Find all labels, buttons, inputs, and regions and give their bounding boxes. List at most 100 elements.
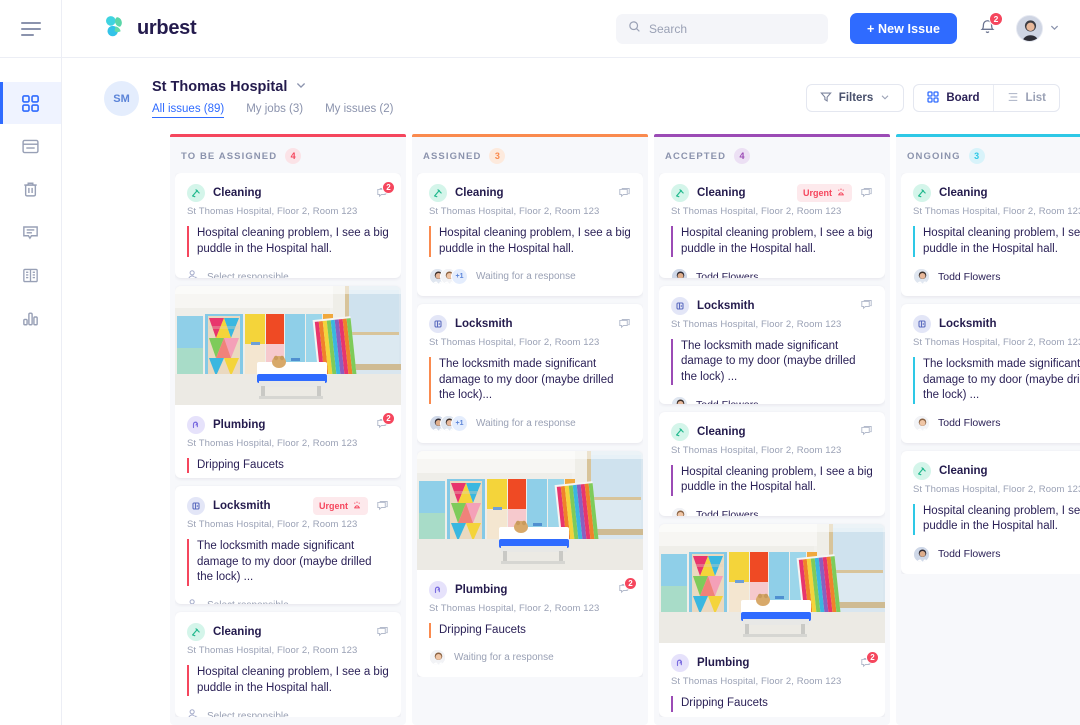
- card-footer[interactable]: +1 Waiting for a response: [429, 414, 631, 432]
- card-description: Hospital cleaning problem, I see a big p…: [913, 226, 1080, 258]
- comments-button[interactable]: [618, 187, 631, 200]
- card-category-name: Cleaning: [455, 187, 504, 199]
- filter-icon: [819, 91, 832, 106]
- comments-button[interactable]: [860, 187, 873, 200]
- main-area: urbest Search + New Issue 2 SM St Thomas…: [62, 0, 1080, 725]
- trash-icon: [21, 180, 40, 199]
- issue-photo: [175, 285, 401, 405]
- card-location: St Thomas Hospital, Floor 2, Room 123: [429, 337, 600, 349]
- board-column-to-be-assigned: TO BE ASSIGNED 4 Cleaning 2 St Thomas Hospit…: [170, 134, 406, 725]
- issue-card[interactable]: Locksmith St Thomas Hospital, Floor 2, Ro…: [901, 304, 1080, 443]
- user-menu[interactable]: [1016, 15, 1060, 42]
- card-footer[interactable]: Waiting for a response: [429, 649, 631, 667]
- comments-button[interactable]: 2: [860, 650, 879, 670]
- issue-card[interactable]: Cleaning St Thomas Hospital, Floor 2, Roo…: [175, 612, 401, 717]
- issue-card[interactable]: Cleaning St Thomas Hospital, Floor 2, Roo…: [659, 411, 885, 517]
- issue-card[interactable]: Cleaning St Thomas Hospital, Floor 2, Roo…: [901, 173, 1080, 297]
- assignee-avatar-stack: +1: [429, 414, 468, 432]
- card-content: Plumbing 2 St Thomas Hospital, Floor 2, Ro…: [417, 570, 643, 678]
- card-content: Plumbing 2 St Thomas Hospital, Floor 2, Ro…: [659, 643, 885, 717]
- card-footer[interactable]: Select responsible: [187, 597, 389, 604]
- assignee-name: Todd Flowers: [938, 417, 1001, 430]
- sidebar-item-trash[interactable]: [0, 168, 61, 210]
- tab-my-jobs[interactable]: My jobs (3): [246, 103, 303, 118]
- comment-count-badge: 2: [866, 650, 879, 664]
- card-category-name: Plumbing: [455, 583, 508, 596]
- broom-icon: [671, 184, 689, 202]
- issue-card[interactable]: Plumbing 2 St Thomas Hospital, Floor 2, Ro…: [175, 285, 401, 479]
- issue-card[interactable]: Plumbing 2 St Thomas Hospital, Floor 2, Ro…: [659, 524, 885, 717]
- board-label: Board: [946, 92, 980, 104]
- comments-button[interactable]: 2: [376, 180, 395, 200]
- tab-all-issues[interactable]: All issues (89): [152, 103, 225, 118]
- comments-button[interactable]: 2: [618, 577, 637, 596]
- card-footer[interactable]: Select responsible: [187, 707, 389, 717]
- hamburger-icon[interactable]: [20, 21, 41, 36]
- issue-tabs: All issues (89) My jobs (3) My issues (2…: [152, 103, 393, 118]
- card-category-name: Cleaning: [939, 464, 988, 477]
- comments-button[interactable]: [618, 318, 631, 331]
- sidebar-item-analytics[interactable]: [0, 297, 61, 339]
- issue-card[interactable]: Locksmith St Thomas Hospital, Floor 2, Ro…: [659, 285, 885, 404]
- card-location: St Thomas Hospital, Floor 2, Room 123: [671, 676, 842, 688]
- comments-button[interactable]: [376, 500, 389, 513]
- card-header-row: Locksmith: [429, 315, 631, 334]
- tab-my-issues[interactable]: My issues (2): [325, 103, 393, 118]
- sidebar-item-inbox[interactable]: [0, 125, 61, 167]
- card-footer[interactable]: +1 Waiting for a response: [429, 268, 631, 286]
- issue-card[interactable]: Cleaning St Thomas Hospital, Floor 2, Roo…: [901, 450, 1080, 574]
- view-list-button[interactable]: List: [994, 85, 1059, 111]
- column-count-badge: 4: [734, 148, 751, 164]
- brand-logo[interactable]: urbest: [102, 13, 197, 44]
- card-location: St Thomas Hospital, Floor 2, Room 123: [913, 337, 1080, 349]
- issue-card[interactable]: Cleaning Urgent St Thomas Hospital, Floor …: [659, 173, 885, 278]
- broom-icon: [429, 184, 447, 202]
- card-description: Dripping Faucets: [671, 696, 873, 712]
- card-footer[interactable]: Todd Flowers: [913, 545, 1080, 563]
- view-board-button[interactable]: Board: [914, 85, 992, 111]
- filters-button[interactable]: Filters: [805, 84, 905, 112]
- new-issue-button[interactable]: + New Issue: [849, 13, 957, 44]
- card-footer[interactable]: Todd Flowers: [671, 396, 873, 404]
- card-category-name: Locksmith: [213, 500, 271, 513]
- issue-card[interactable]: Cleaning 2 St Thomas Hospital, Floor 2, Ro…: [175, 173, 401, 278]
- card-footer[interactable]: Todd Flowers: [671, 268, 873, 278]
- chevron-down-icon[interactable]: [295, 78, 307, 96]
- card-category-name: Cleaning: [213, 626, 262, 639]
- card-footer[interactable]: Todd Flowers: [913, 268, 1080, 286]
- app-root: urbest Search + New Issue 2 SM St Thomas…: [0, 0, 1080, 725]
- sidebar-item-dashboard[interactable]: [0, 82, 61, 124]
- alarm-icon: [836, 187, 846, 199]
- sidebar-item-buildings[interactable]: [0, 254, 61, 296]
- notifications-button[interactable]: 2: [979, 11, 1003, 40]
- sidebar-item-messages[interactable]: [0, 211, 61, 253]
- chevron-down-icon: [880, 92, 890, 105]
- issue-card[interactable]: Locksmith Urgent St Thomas Hospital, Floor…: [175, 486, 401, 605]
- card-description: Hospital cleaning problem, I see a big p…: [671, 226, 873, 258]
- card-footer[interactable]: Todd Flowers: [913, 414, 1080, 432]
- card-footer[interactable]: Todd Flowers: [671, 506, 873, 517]
- card-location: St Thomas Hospital, Floor 2, Room 123: [187, 206, 358, 217]
- search-input[interactable]: Search: [615, 13, 828, 44]
- board-column-ongoing: ONGOING 3 Cleaning St Thomas Hospital, Floo…: [896, 134, 1080, 725]
- column-body: TO BE ASSIGNED 4 Cleaning 2 St Thomas Hospit…: [170, 137, 406, 725]
- broom-icon: [913, 461, 931, 480]
- comments-button[interactable]: [376, 626, 389, 639]
- card-content: Cleaning St Thomas Hospital, Floor 2, Roo…: [175, 612, 401, 717]
- card-footer[interactable]: Select responsible: [187, 268, 389, 278]
- chevron-down-icon: [1049, 20, 1060, 38]
- column-card-list: Cleaning Urgent St Thomas Hospital, Floor …: [659, 173, 885, 717]
- list-label: List: [1025, 92, 1046, 104]
- org-title-row[interactable]: St Thomas Hospital: [152, 78, 393, 96]
- org-block: St Thomas Hospital All issues (89) My jo…: [152, 78, 393, 118]
- column-card-list: Cleaning 2 St Thomas Hospital, Floor 2, Ro…: [175, 173, 401, 717]
- issue-card[interactable]: Locksmith St Thomas Hospital, Floor 2, Ro…: [417, 304, 643, 443]
- issue-card[interactable]: Plumbing 2 St Thomas Hospital, Floor 2, Ro…: [417, 450, 643, 678]
- comments-button[interactable]: [860, 425, 873, 438]
- card-category-name: Cleaning: [697, 187, 746, 199]
- issue-card[interactable]: Cleaning St Thomas Hospital, Floor 2, Roo…: [417, 173, 643, 297]
- card-content: Cleaning 2 St Thomas Hospital, Floor 2, Ro…: [175, 173, 401, 278]
- card-content: Cleaning St Thomas Hospital, Floor 2, Roo…: [901, 451, 1080, 574]
- comments-button[interactable]: [860, 299, 873, 312]
- comments-button[interactable]: 2: [376, 412, 395, 431]
